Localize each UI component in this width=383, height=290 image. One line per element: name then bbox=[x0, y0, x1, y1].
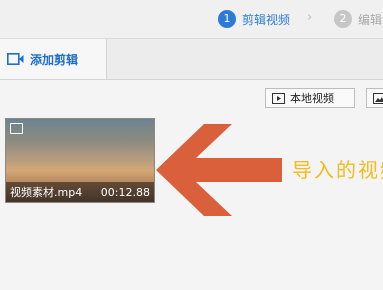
local-video-button[interactable]: 本地视频 bbox=[265, 88, 355, 108]
tab-add-clip-label: 添加剪辑 bbox=[30, 52, 79, 67]
tab-row: 添加剪辑 bbox=[0, 39, 383, 80]
top-step-bar: 1 剪辑视频 › 2 编辑 bbox=[0, 0, 383, 39]
clip-filename: 视频素材.mp4 bbox=[10, 186, 83, 199]
step-1[interactable]: 1 剪辑视频 bbox=[218, 9, 290, 29]
local-video-label: 本地视频 bbox=[290, 92, 334, 105]
clip-duration: 00:12.88 bbox=[100, 185, 150, 199]
play-box-icon bbox=[272, 92, 285, 104]
add-image-button[interactable] bbox=[366, 88, 383, 108]
step-1-label: 剪辑视频 bbox=[242, 12, 291, 27]
step-2-label: 编辑 bbox=[358, 12, 383, 27]
step-2[interactable]: 2 编辑 bbox=[334, 9, 382, 29]
video-clip-thumbnail[interactable]: 视频素材.mp4 00:12.88 bbox=[5, 118, 155, 203]
annotation-text: 导入的视频 bbox=[292, 158, 383, 182]
clip-checkbox[interactable] bbox=[10, 123, 23, 134]
video-camera-icon bbox=[7, 53, 24, 65]
chevron-right-icon: › bbox=[307, 10, 313, 25]
clip-info-bar: 视频素材.mp4 00:12.88 bbox=[6, 182, 154, 202]
step-2-number: 2 bbox=[334, 10, 352, 28]
arrow-left-icon bbox=[156, 124, 282, 216]
step-1-number: 1 bbox=[218, 10, 236, 28]
tab-add-clip[interactable]: 添加剪辑 bbox=[0, 39, 107, 79]
image-icon bbox=[373, 92, 383, 104]
